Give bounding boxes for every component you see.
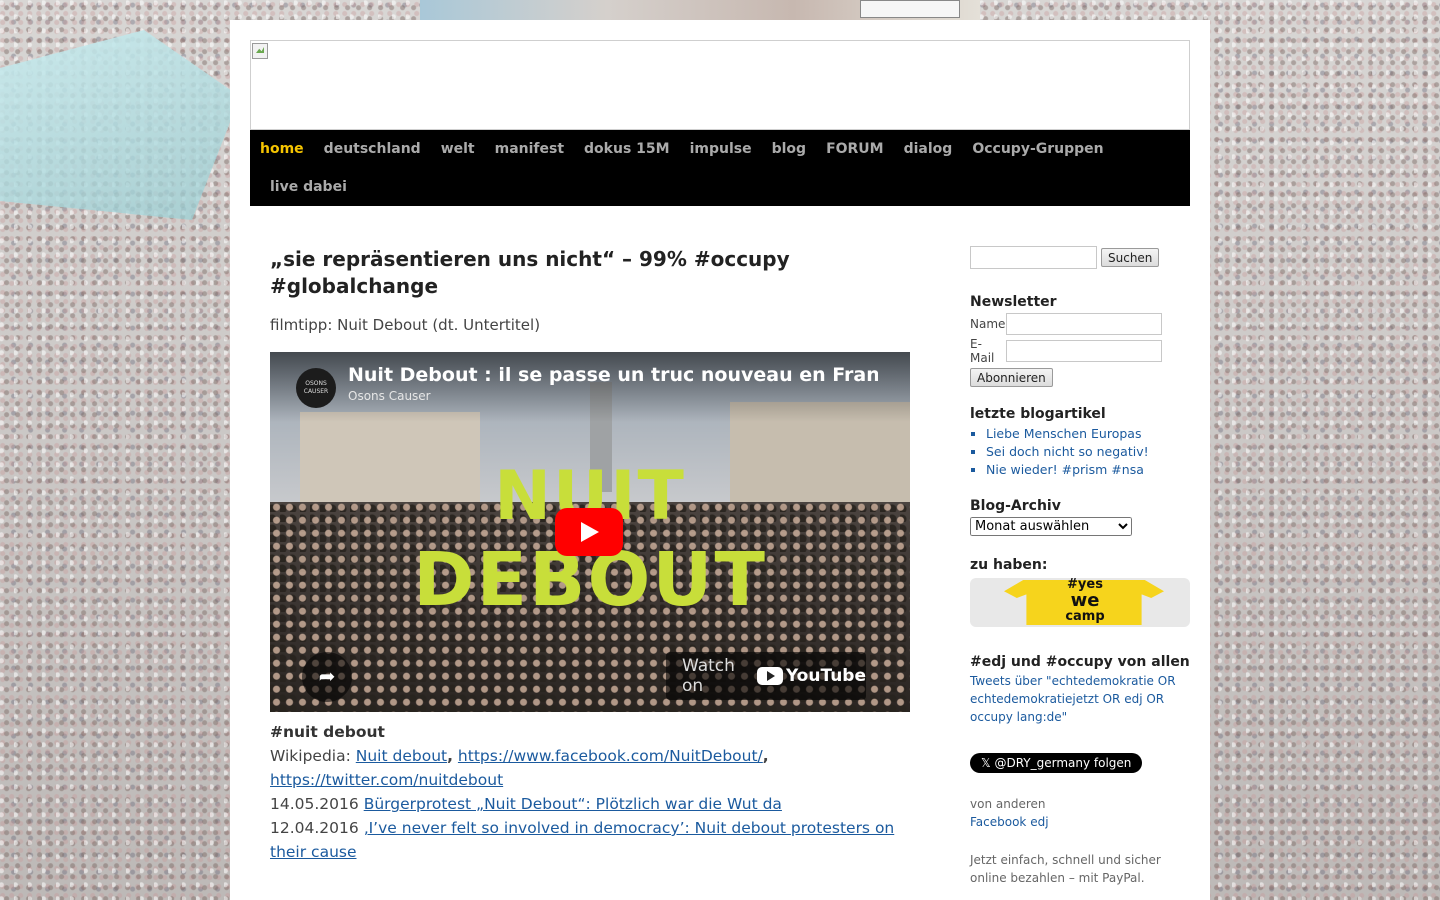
link-twitter-nuitdebout[interactable]: https://twitter.com/nuitdebout	[270, 771, 503, 789]
video-title[interactable]: Nuit Debout : il se passe un truc nouvea…	[348, 364, 878, 386]
channel-avatar[interactable]: OSONS CAUSER	[296, 368, 336, 408]
nav-item-occupy-gruppen[interactable]: Occupy-Gruppen	[962, 130, 1113, 168]
twitter-widget-title: #edj und #occupy von allen	[970, 654, 1190, 670]
main-navigation: home deutschland welt manifest dokus 15M…	[250, 130, 1190, 206]
nav-item-welt[interactable]: welt	[431, 130, 485, 168]
link-article-buergerprotest[interactable]: Bürgerprotest „Nuit Debout“: Plötzlich w…	[364, 795, 782, 813]
nav-item-dialog[interactable]: dialog	[894, 130, 963, 168]
recent-posts-widget: letzte blogartikel Liebe Menschen Europa…	[970, 405, 1190, 479]
youtube-logo-icon: YouTube	[756, 666, 866, 686]
x-follow-button[interactable]: 𝕏 @DRY_germany folgen	[970, 753, 1143, 773]
email-label: E-Mail	[970, 337, 995, 365]
recent-post-link[interactable]: Nie wieder! #prism #nsa	[986, 462, 1144, 477]
nav-item-blog[interactable]: blog	[762, 130, 816, 168]
paypal-donate-image[interactable]: Jetzt einfach, schnell und sicher online…	[970, 851, 1190, 887]
post-title[interactable]: „sie repräsentieren uns nicht“ – 99% #oc…	[270, 246, 910, 300]
hashtag-heading: #nuit debout	[270, 723, 385, 741]
nav-item-dokus-15m[interactable]: dokus 15M	[574, 130, 680, 168]
post-body: #nuit debout Wikipedia: Nuit debout, htt…	[270, 720, 910, 864]
play-button[interactable]	[555, 508, 623, 556]
wikipedia-line: Wikipedia: Nuit debout, https://www.face…	[270, 747, 769, 789]
nav-item-home[interactable]: home	[260, 130, 314, 168]
nav-item-forum[interactable]: FORUM	[816, 130, 894, 168]
list-item: Sei doch nicht so negativ!	[986, 443, 1190, 461]
article-entry: 14.05.2016 Bürgerprotest „Nuit Debout“: …	[270, 795, 782, 813]
zu-haben-title: zu haben:	[970, 557, 1048, 573]
link-facebook-nuitdebout[interactable]: https://www.facebook.com/NuitDebout/	[458, 747, 763, 765]
newsletter-title: Newsletter	[970, 294, 1057, 310]
nav-item-manifest[interactable]: manifest	[485, 130, 574, 168]
video-channel-name[interactable]: Osons Causer	[348, 389, 431, 403]
list-item: Liebe Menschen Europas	[986, 425, 1190, 443]
tweets-search-link[interactable]: Tweets über "echtedemokratie OR echtedem…	[970, 672, 1190, 726]
recent-post-link[interactable]: Sei doch nicht so negativ!	[986, 444, 1149, 459]
newsletter-email-field[interactable]	[1006, 340, 1162, 362]
archive-title: Blog-Archiv	[970, 498, 1061, 514]
broken-image-icon	[252, 43, 268, 59]
von-anderen-widget: von anderen Facebook edj	[970, 795, 1190, 831]
background-top-strip	[420, 0, 980, 20]
recent-post-link[interactable]: Liebe Menschen Europas	[986, 426, 1141, 441]
twitter-widget: #edj und #occupy von allen Tweets über "…	[970, 653, 1190, 726]
yes-we-camp-shirt-image[interactable]: #yes we camp	[970, 578, 1190, 627]
nav-item-deutschland[interactable]: deutschland	[314, 130, 431, 168]
page-container: home deutschland welt manifest dokus 15M…	[230, 20, 1210, 900]
main-content: „sie repräsentieren uns nicht“ – 99% #oc…	[270, 246, 910, 864]
link-wikipedia-nuit-debout[interactable]: Nuit debout	[356, 747, 447, 765]
link-article-never-felt-involved[interactable]: ‚I’ve never felt so involved in democrac…	[270, 819, 894, 861]
subscribe-button[interactable]: Abonnieren	[970, 368, 1053, 387]
facebook-edj-link[interactable]: Facebook edj	[970, 813, 1190, 831]
nav-item-impulse[interactable]: impulse	[680, 130, 762, 168]
header-banner-image	[250, 40, 1190, 130]
von-anderen-label: von anderen	[970, 797, 1046, 811]
share-icon[interactable]: ➦	[302, 652, 352, 702]
name-label: Name	[970, 317, 1006, 331]
watch-on-youtube-button[interactable]: Watch on YouTube	[666, 652, 866, 700]
search-button[interactable]: Suchen	[1101, 248, 1160, 267]
archive-month-select[interactable]: Monat auswählen	[970, 517, 1132, 536]
recent-posts-title: letzte blogartikel	[970, 406, 1106, 422]
zu-haben-widget: zu haben: #yes we camp	[970, 556, 1190, 627]
archive-widget: Blog-Archiv Monat auswählen	[970, 497, 1190, 536]
youtube-video-embed[interactable]: NUIT DEBOUT OSONS CAUSER Nuit Debout : i…	[270, 352, 910, 712]
list-item: Nie wieder! #prism #nsa	[986, 461, 1190, 479]
newsletter-name-field[interactable]	[1006, 313, 1162, 335]
search-input[interactable]	[970, 246, 1097, 269]
newsletter-widget: Newsletter Name E-Mail Abonnieren	[970, 293, 1190, 387]
article-entry: 12.04.2016 ‚I’ve never felt so involved …	[270, 819, 895, 861]
watch-on-label: Watch on	[682, 656, 735, 696]
nav-item-live-dabei[interactable]: live dabei	[260, 168, 357, 206]
search-widget: Suchen	[970, 246, 1190, 269]
filmtipp-text: filmtipp: Nuit Debout (dt. Untertitel)	[270, 316, 541, 334]
sidebar: Suchen Newsletter Name E-Mail Abonnieren…	[970, 246, 1190, 887]
